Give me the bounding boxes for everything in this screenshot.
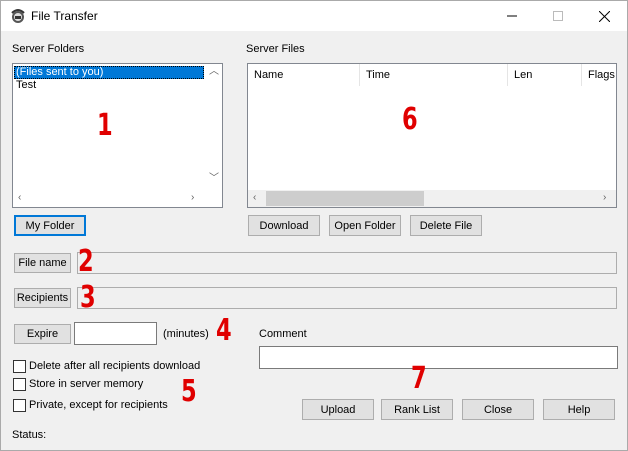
delete-after-checkbox[interactable] xyxy=(13,360,26,373)
column-time[interactable]: Time xyxy=(360,64,508,86)
minutes-label: (minutes) xyxy=(163,328,209,340)
annotation-2: 2 xyxy=(78,244,94,279)
file-name-button[interactable]: File name xyxy=(14,253,71,273)
annotation-1: 1 xyxy=(97,108,113,143)
files-scroll-right-icon[interactable]: › xyxy=(603,193,606,203)
column-len[interactable]: Len xyxy=(508,64,582,86)
server-folders-list[interactable]: (Files sent to you) Test ︿ ﹀ ‹ › xyxy=(12,63,223,208)
annotation-4: 4 xyxy=(216,313,232,348)
delete-after-label[interactable]: Delete after all recipients download xyxy=(29,360,200,372)
annotation-5: 5 xyxy=(181,374,197,409)
my-folder-button[interactable]: My Folder xyxy=(14,215,86,236)
annotation-7: 7 xyxy=(411,361,427,396)
private-checkbox[interactable] xyxy=(13,399,26,412)
close-button[interactable]: Close xyxy=(462,399,534,420)
file-transfer-window: File Transfer Server Folders (Files sent… xyxy=(0,0,628,451)
column-name[interactable]: Name xyxy=(248,64,360,86)
folders-horizontal-scrollbar[interactable]: ‹ › xyxy=(13,190,205,207)
close-window-button[interactable] xyxy=(581,1,627,31)
folder-item-files-sent[interactable]: (Files sent to you) xyxy=(14,66,204,79)
annotation-3: 3 xyxy=(80,280,96,315)
delete-file-button[interactable]: Delete File xyxy=(410,215,482,236)
files-scroll-left-icon[interactable]: ‹ xyxy=(253,193,256,203)
folder-item-test[interactable]: Test xyxy=(14,79,204,92)
scroll-right-icon[interactable]: › xyxy=(191,193,194,203)
scroll-down-icon[interactable]: ﹀ xyxy=(209,174,219,184)
status-label: Status: xyxy=(12,429,47,441)
files-scroll-thumb[interactable] xyxy=(266,191,424,206)
app-icon xyxy=(10,8,26,24)
help-button[interactable]: Help xyxy=(543,399,615,420)
annotation-6: 6 xyxy=(402,102,418,137)
server-files-label: Server Files xyxy=(246,43,305,55)
maximize-button xyxy=(535,1,581,31)
minimize-icon xyxy=(507,11,517,21)
minimize-button[interactable] xyxy=(489,1,535,31)
open-folder-button[interactable]: Open Folder xyxy=(329,215,401,236)
maximize-icon xyxy=(553,11,563,21)
expire-minutes-input[interactable] xyxy=(74,322,157,345)
comment-input[interactable] xyxy=(259,346,618,369)
rank-list-button[interactable]: Rank List xyxy=(381,399,453,420)
upload-button[interactable]: Upload xyxy=(302,399,374,420)
scroll-left-icon[interactable]: ‹ xyxy=(18,193,21,203)
server-files-list[interactable]: Name Time Len Flags ‹ › xyxy=(247,63,617,208)
expire-button[interactable]: Expire xyxy=(14,324,71,344)
private-label[interactable]: Private, except for recipients xyxy=(29,399,168,411)
store-memory-label[interactable]: Store in server memory xyxy=(29,378,143,390)
server-folders-label: Server Folders xyxy=(12,43,85,55)
download-button[interactable]: Download xyxy=(248,215,320,236)
recipients-button[interactable]: Recipients xyxy=(14,288,71,308)
close-icon xyxy=(598,10,610,22)
scroll-up-icon[interactable]: ︿ xyxy=(209,67,219,77)
file-name-field xyxy=(77,252,617,274)
store-memory-checkbox[interactable] xyxy=(13,378,26,391)
files-horizontal-scrollbar[interactable]: ‹ › xyxy=(248,190,616,207)
recipients-field xyxy=(77,287,617,309)
column-flags[interactable]: Flags xyxy=(582,64,616,86)
files-header: Name Time Len Flags xyxy=(248,64,616,88)
window-title: File Transfer xyxy=(31,9,98,23)
folders-vertical-scrollbar[interactable]: ︿ ﹀ xyxy=(205,64,222,190)
title-bar: File Transfer xyxy=(1,1,627,31)
comment-label: Comment xyxy=(259,328,307,340)
